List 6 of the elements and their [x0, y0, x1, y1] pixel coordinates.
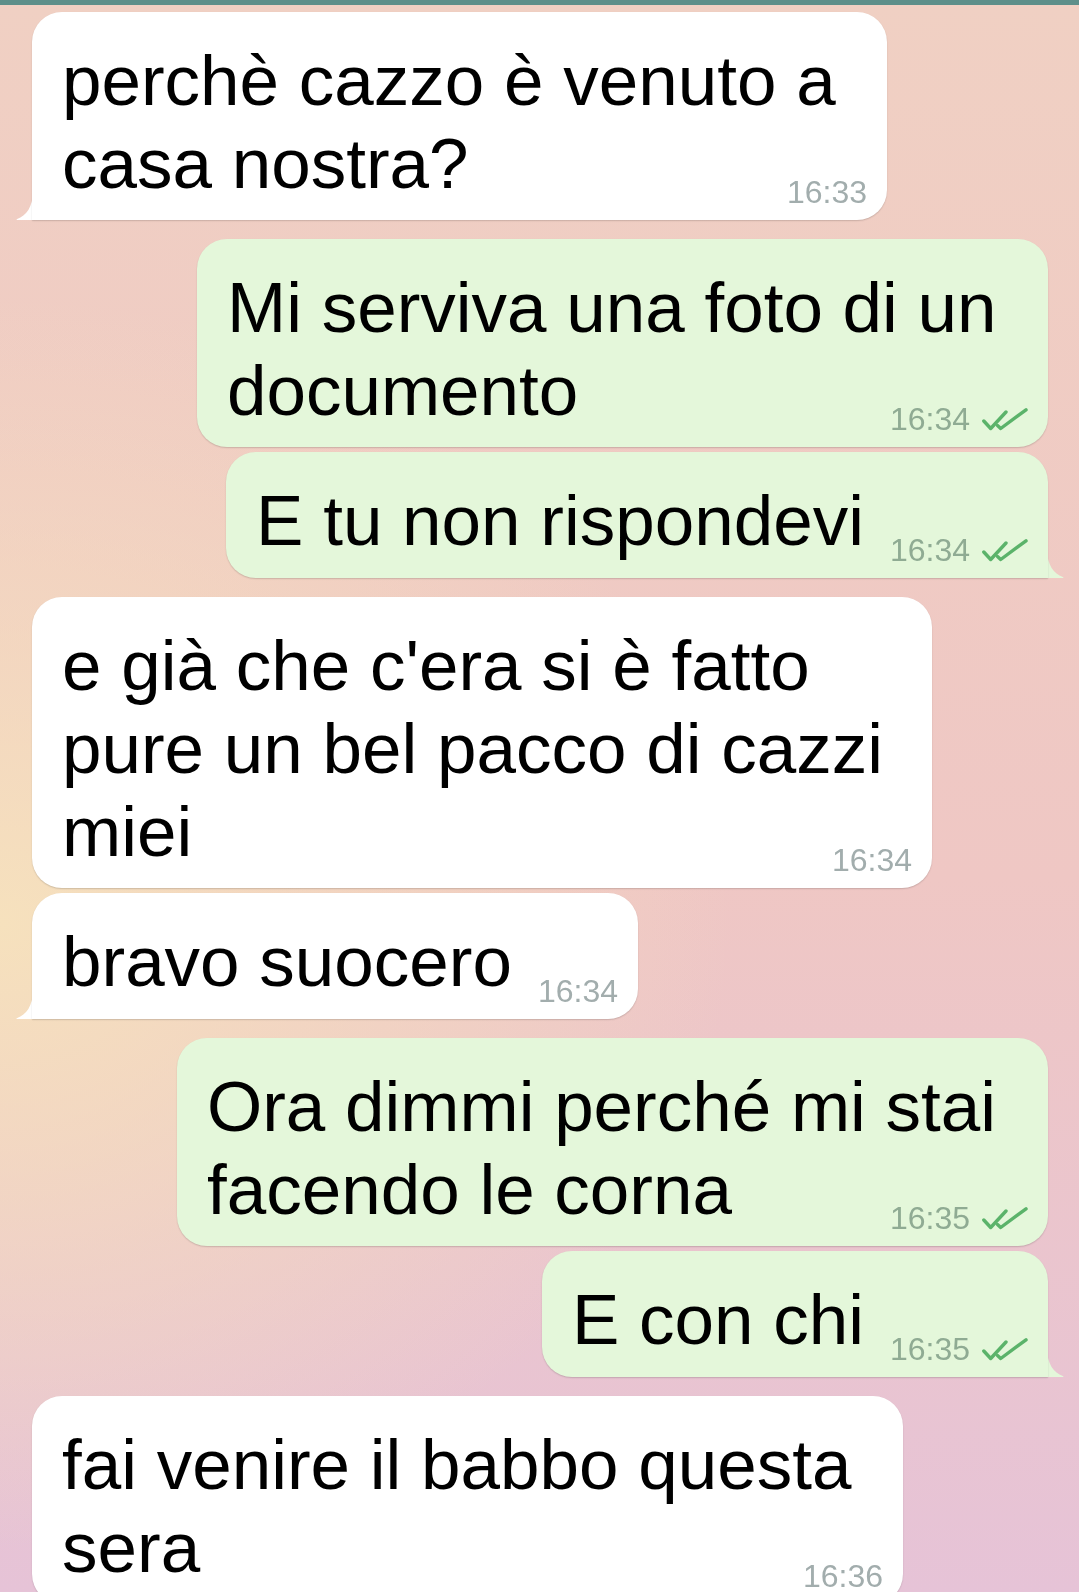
message-time: 16:34: [537, 979, 618, 1003]
message-time: 16:35: [889, 1337, 970, 1361]
message-time: 16:34: [889, 538, 970, 562]
message-text: E tu non rispondevi: [256, 480, 864, 562]
message-text: E con chi: [571, 1279, 864, 1361]
message-text: bravo suocero: [62, 921, 512, 1003]
